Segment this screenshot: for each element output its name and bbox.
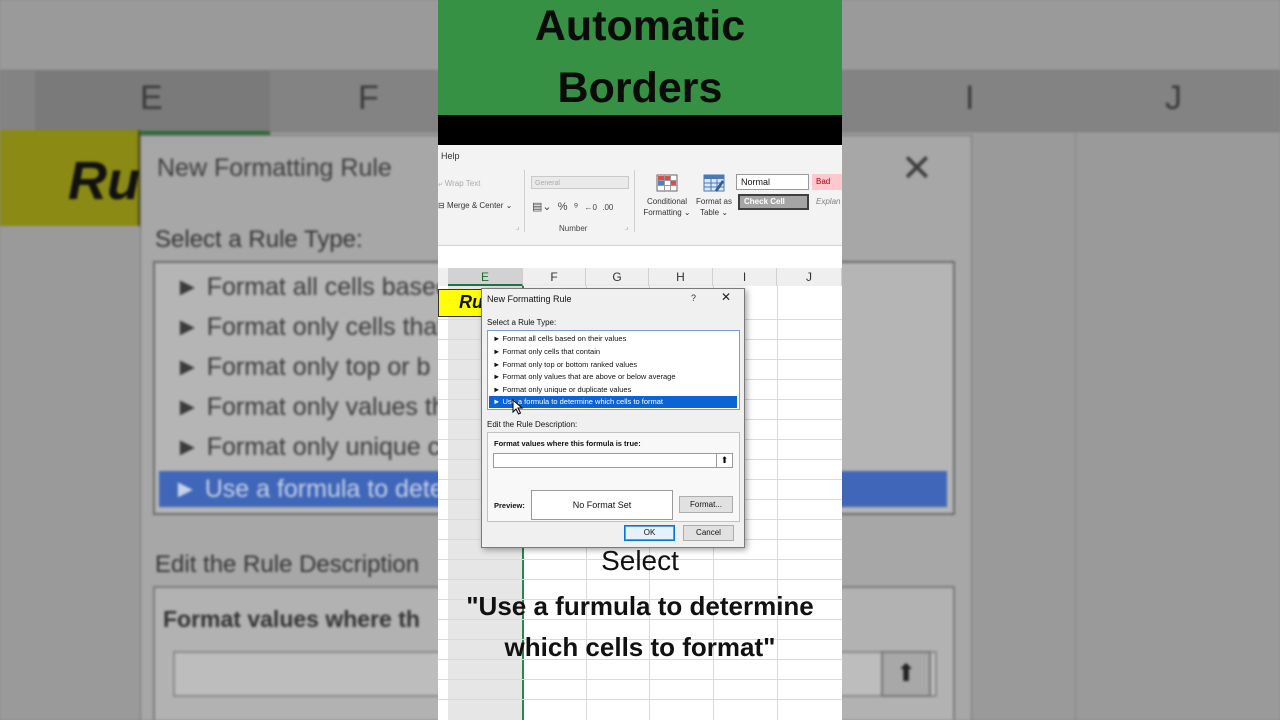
number-launcher-icon[interactable]: ⌟ (625, 223, 628, 231)
merge-icon: ⊟ (438, 201, 447, 210)
bg-col-e: E (140, 79, 163, 117)
rule-type-item-selected[interactable]: ► Use a formula to determine which cells… (489, 396, 737, 408)
table-label-2: Table ⌄ (699, 208, 729, 217)
style-explanatory[interactable]: Explan (812, 194, 842, 210)
cell-text: Ru (459, 292, 483, 312)
formula-label: Format values where this formula is true… (494, 439, 641, 448)
bg-rule-item: ► Format all cells based (175, 273, 450, 301)
cf-label-1: Conditional (646, 197, 688, 206)
column-header-e[interactable]: E (448, 268, 523, 286)
cancel-button[interactable]: Cancel (683, 525, 734, 541)
format-button[interactable]: Format... (679, 496, 733, 513)
bg-rule-type-label: Select a Rule Type: (155, 226, 363, 253)
number-group-label: Number (559, 224, 588, 233)
style-normal[interactable]: Normal (736, 174, 809, 190)
number-buttons: ▤⌄ % ⁹ ←0 .00 (532, 200, 613, 213)
center-panel: Automatic Borders Help ⤶ Wrap Text ⊟ Mer… (438, 0, 842, 720)
column-header-g[interactable]: G (586, 268, 649, 286)
conditional-formatting-button[interactable]: Conditional Formatting ⌄ (638, 172, 696, 222)
collapse-dialog-icon[interactable]: ⬆ (716, 453, 733, 468)
black-bar (438, 115, 842, 145)
rule-type-item[interactable]: ► Format all cells based on their values (489, 333, 737, 345)
bg-cell-text: Ru (68, 151, 140, 211)
column-header-i[interactable]: I (713, 268, 777, 286)
preview-box: No Format Set (531, 490, 673, 520)
formula-input[interactable] (493, 453, 717, 468)
comma-icon[interactable]: ⁹ (574, 201, 582, 213)
caption-select: Select (601, 545, 679, 576)
rule-type-label: Select a Rule Type: (487, 318, 557, 327)
preview-label: Preview: (494, 501, 525, 510)
bg-col-j: J (1165, 79, 1182, 117)
title-banner: Automatic Borders (438, 0, 842, 115)
bg-rule-item: ► Format only top or b (175, 353, 431, 381)
bg-dialog-title: New Formatting Rule (157, 154, 392, 182)
format-as-table-icon (703, 174, 725, 192)
bg-close-icon: ✕ (901, 148, 933, 190)
excel-ribbon: Help ⤶ Wrap Text ⊟ Merge & Center ⌄ ⌟ Ge… (438, 145, 842, 246)
rule-type-list[interactable]: ► Format all cells based on their values… (487, 330, 740, 410)
wrap-text-button[interactable]: ⤶ Wrap Text (438, 179, 480, 189)
column-header-h[interactable]: H (649, 268, 713, 286)
bg-col-f: F (358, 79, 379, 117)
tab-help[interactable]: Help (441, 151, 460, 161)
conditional-formatting-icon (656, 174, 678, 192)
currency-icon[interactable]: ▤⌄ (532, 201, 552, 213)
banner-title-line2: Borders (557, 64, 723, 112)
percent-icon[interactable]: % (555, 201, 571, 213)
rule-type-item[interactable]: ► Format only unique or duplicate values (489, 384, 737, 396)
bg-formula-label: Format values where th (163, 606, 420, 632)
bg-collapse-icon: ⬆ (881, 651, 931, 697)
bg-rule-item: ► Format only unique c (175, 433, 441, 461)
column-headers: E F G H I J (438, 268, 842, 287)
help-icon[interactable]: ? (691, 293, 696, 303)
rule-type-item[interactable]: ► Format only top or bottom ranked value… (489, 359, 737, 371)
rule-type-item[interactable]: ► Format only values that are above or b… (489, 371, 737, 383)
merge-center-button[interactable]: ⊟ Merge & Center ⌄ (438, 201, 512, 210)
banner-title-line1: Automatic (534, 2, 746, 50)
bg-rule-item: ► Format only cells that (175, 313, 445, 341)
new-formatting-rule-dialog: New Formatting Rule ? ✕ Select a Rule Ty… (481, 288, 745, 548)
formula-bar[interactable] (438, 246, 842, 269)
alignment-launcher-icon[interactable]: ⌟ (516, 223, 519, 231)
edit-description-label: Edit the Rule Description: (487, 420, 578, 429)
mouse-cursor-icon (512, 399, 524, 415)
decrease-decimal-icon[interactable]: .00 (602, 203, 613, 212)
number-format-select[interactable]: General (531, 176, 629, 189)
bg-col-i: I (965, 79, 975, 117)
column-header-j[interactable]: J (777, 268, 842, 286)
format-as-table-button[interactable]: Format as Table ⌄ (694, 172, 734, 222)
style-bad[interactable]: Bad (812, 174, 842, 190)
column-header-f[interactable]: F (523, 268, 586, 286)
style-check-cell[interactable]: Check Cell (738, 194, 809, 210)
bg-rule-item: ► Format only values th (175, 393, 446, 421)
bg-yellow-cell: Ru (0, 130, 140, 226)
rule-type-item[interactable]: ► Format only cells that contain (489, 346, 737, 358)
bg-edit-label: Edit the Rule Description (155, 551, 420, 578)
increase-decimal-icon[interactable]: ←0 (585, 203, 600, 212)
close-icon[interactable]: ✕ (721, 290, 731, 304)
rule-description-box: Format values where this formula is true… (487, 432, 740, 522)
caption-instruction: "Use a furmula to determine which cells … (466, 591, 814, 662)
wrap-text-icon: ⤶ (438, 179, 445, 188)
chevron-down-icon: ⌄ (505, 201, 513, 210)
ok-button[interactable]: OK (624, 525, 675, 541)
cf-label-2: Formatting ⌄ (643, 208, 691, 217)
dialog-title: New Formatting Rule (487, 294, 572, 304)
table-label-1: Format as (695, 197, 732, 206)
